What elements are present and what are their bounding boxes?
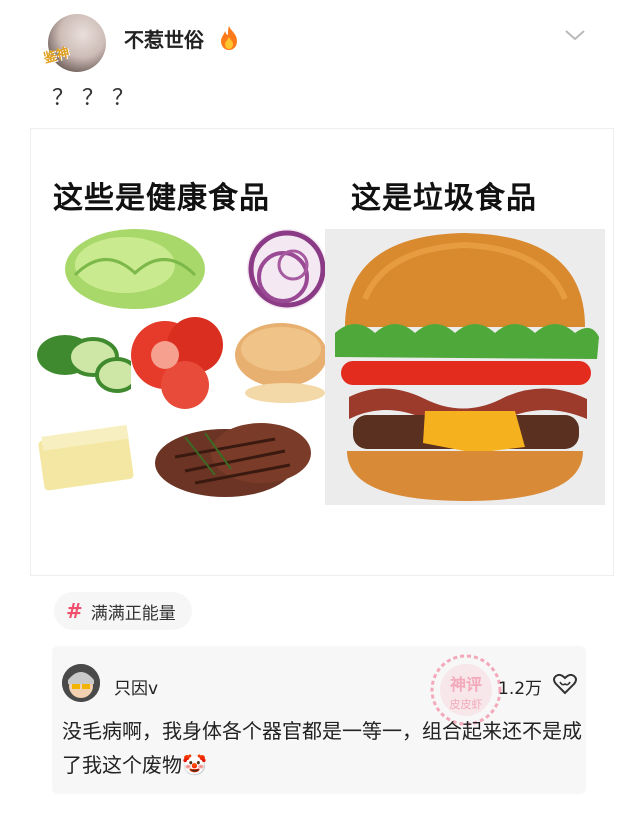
comment-author-avatar[interactable] [62,664,100,702]
top-comment[interactable]: 只因v 神评 皮皮虾 1.2万 没毛病啊，我身体各个器官都是一等一，组合起来还不… [52,646,586,794]
post-text: ？？？ [52,86,143,111]
stamp-text-top: 神评 [450,675,482,694]
meme-left-title: 这些是健康食品 [53,181,270,216]
author-name[interactable]: 不惹世俗 [124,24,204,53]
like-icon[interactable] [552,672,578,696]
comment-text: 没毛病啊，我身体各个器官都是一等一，组合起来还不是成了我这个废物🤡 [62,719,582,777]
topic-tag[interactable]: # 满满正能量 [54,592,192,630]
meme-right-title: 这是垃圾食品 [351,181,537,216]
meme-image[interactable]: 这些是健康食品 这是垃圾食品 [30,128,614,576]
topic-tag-label: 满满正能量 [90,603,176,624]
chevron-down-icon[interactable] [564,28,586,42]
stamp-text-bottom: 皮皮虾 [450,698,483,711]
hashtag-icon: # [66,599,83,623]
healthy-food-collage [37,229,325,497]
comment-avatar-art [62,664,100,702]
burger-photo [325,229,605,505]
flame-icon [221,26,237,50]
post-header: 鉴神 不惹世俗 [0,0,640,80]
comment-author-name[interactable]: 只因v [114,674,158,699]
comment-like-count: 1.2万 [498,679,543,699]
